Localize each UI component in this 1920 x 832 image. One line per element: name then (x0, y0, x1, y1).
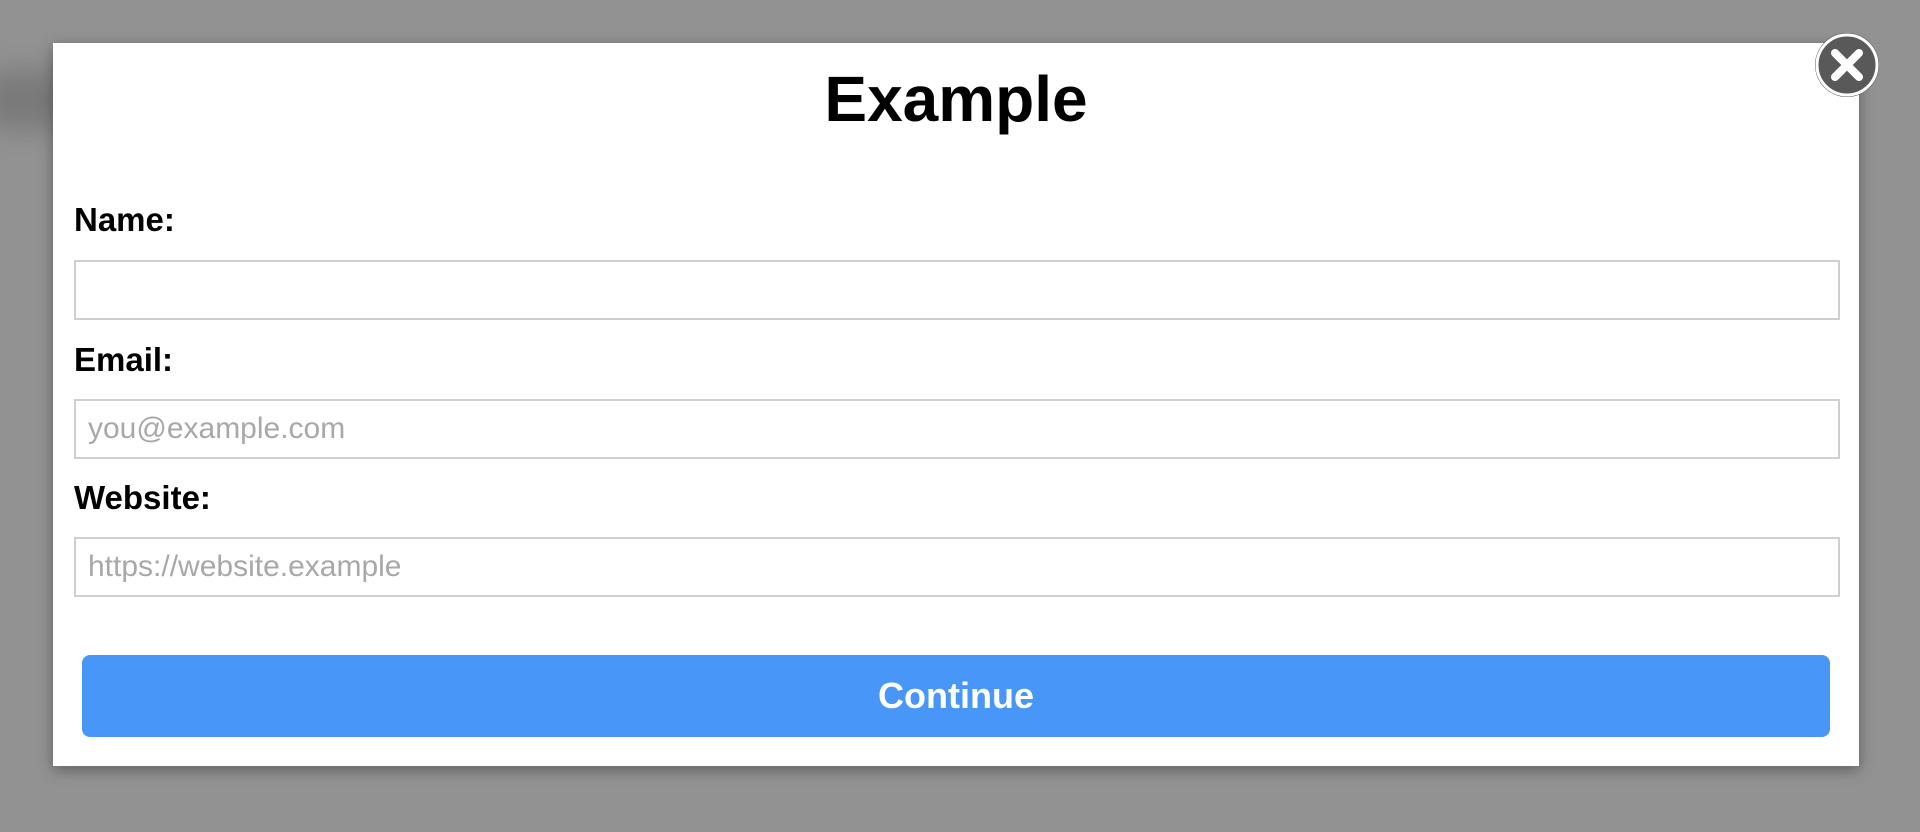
close-icon (1815, 33, 1879, 97)
name-input[interactable] (74, 260, 1840, 320)
form-dialog: Example Name: Email: Website: Continue (53, 43, 1859, 766)
website-label: Website: (74, 479, 211, 516)
website-input[interactable] (74, 537, 1840, 597)
dialog-title: Example (824, 63, 1088, 135)
email-input[interactable] (74, 399, 1840, 459)
close-button[interactable] (1815, 33, 1879, 97)
name-label: Name: (74, 201, 175, 238)
continue-button[interactable]: Continue (82, 655, 1830, 737)
email-label: Email: (74, 341, 174, 378)
